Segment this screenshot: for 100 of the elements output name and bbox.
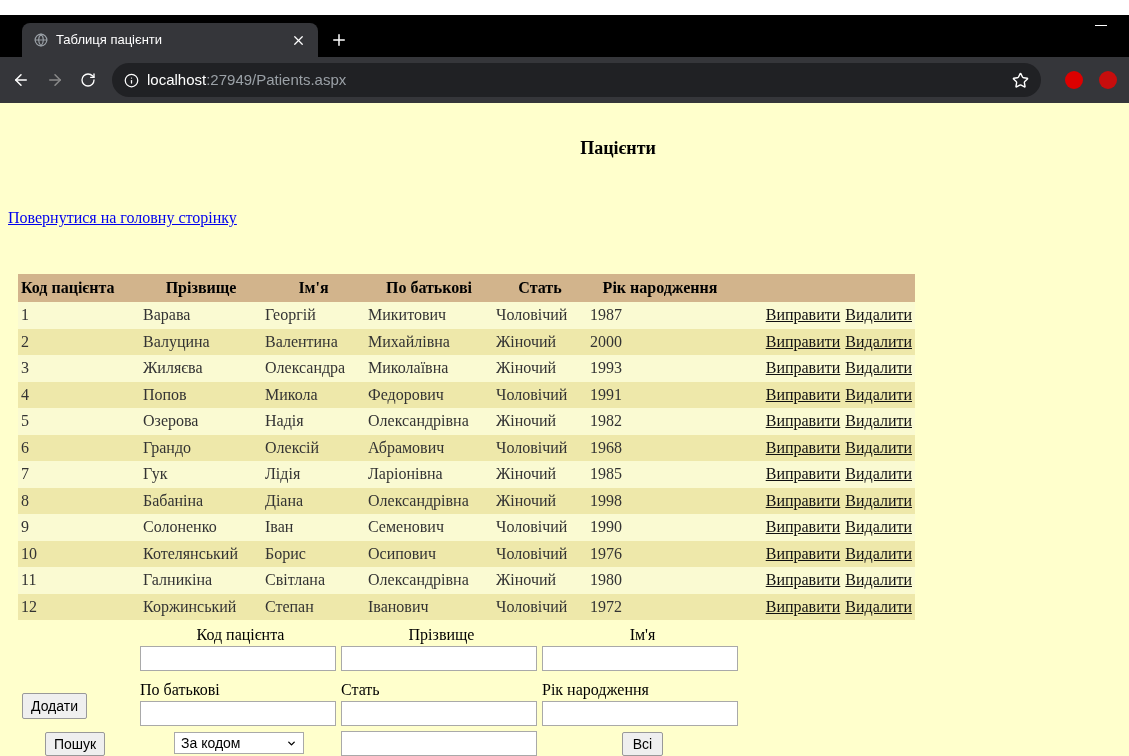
table-cell: 1968 <box>587 434 733 461</box>
table-cell: Галникіна <box>140 567 262 594</box>
delete-link[interactable]: Видалити <box>845 438 912 456</box>
column-header: Стать <box>493 274 587 302</box>
delete-link[interactable]: Видалити <box>845 359 912 377</box>
table-cell: 9 <box>18 514 140 541</box>
delete-link[interactable]: Видалити <box>845 571 912 589</box>
edit-link[interactable]: Виправити <box>765 438 841 456</box>
reload-icon[interactable] <box>80 72 96 88</box>
search-input-field[interactable] <box>341 731 537 756</box>
edit-link[interactable]: Виправити <box>765 332 841 350</box>
delete-link[interactable]: Видалити <box>845 518 912 536</box>
star-icon[interactable] <box>1012 71 1029 89</box>
table-cell: 12 <box>18 593 140 620</box>
text-input-field[interactable] <box>341 646 537 671</box>
info-icon <box>124 72 139 88</box>
table-cell: 1985 <box>587 461 733 488</box>
column-header: Ім'я <box>262 274 365 302</box>
tab-title: Таблиця пацієнти <box>56 31 164 50</box>
table-cell: 1982 <box>587 408 733 435</box>
table-cell: 1991 <box>587 381 733 408</box>
table-cell: Семенович <box>365 514 493 541</box>
delete-link[interactable]: Видалити <box>845 385 912 403</box>
delete-link[interactable]: Видалити <box>845 465 912 483</box>
table-cell: 8 <box>18 487 140 514</box>
text-input-field[interactable] <box>341 701 537 726</box>
column-header: Код пацієнта <box>18 274 140 302</box>
back-icon[interactable] <box>12 71 30 89</box>
table-cell: Ларіонівна <box>365 461 493 488</box>
edit-link[interactable]: Виправити <box>765 412 841 430</box>
table-cell: Жіночий <box>493 408 587 435</box>
table-cell: 6 <box>18 434 140 461</box>
text-input-field[interactable] <box>542 646 738 671</box>
field-label: Код пацієнта <box>196 626 285 643</box>
table-cell: Валентина <box>262 328 365 355</box>
table-cell: Озерова <box>140 408 262 435</box>
delete-link[interactable]: Видалити <box>845 306 912 324</box>
delete-link[interactable]: Видалити <box>845 544 912 562</box>
delete-link[interactable]: Видалити <box>845 412 912 430</box>
text-input-field[interactable] <box>542 701 738 726</box>
table-cell: Жіночий <box>493 355 587 382</box>
edit-link[interactable]: Виправити <box>765 306 841 324</box>
edit-link[interactable]: Виправити <box>765 359 841 377</box>
edit-link[interactable]: Виправити <box>765 385 841 403</box>
table-cell: Діана <box>262 487 365 514</box>
table-cell: Микитович <box>365 302 493 329</box>
text-input-field[interactable] <box>140 701 336 726</box>
table-cell: Олександрівна <box>365 567 493 594</box>
edit-link[interactable]: Виправити <box>765 597 841 615</box>
address-bar[interactable]: localhost:27949/Patients.aspx <box>112 63 1041 97</box>
field-label: Ім'я <box>629 626 656 643</box>
table-cell: Борис <box>262 540 365 567</box>
search-button[interactable]: Пошук <box>45 732 106 756</box>
home-link[interactable]: Повернутися на головну сторінку <box>8 206 237 230</box>
table-cell: Олександрівна <box>365 487 493 514</box>
table-cell: Коржинський <box>140 593 262 620</box>
edit-link[interactable]: Виправити <box>765 518 841 536</box>
delete-link[interactable]: Видалити <box>845 491 912 509</box>
table-cell: Попов <box>140 381 262 408</box>
field-label: Прізвище <box>408 626 475 643</box>
table-cell: 1976 <box>587 540 733 567</box>
table-cell: 1987 <box>587 302 733 329</box>
table-cell: Микола <box>262 381 365 408</box>
field-label: Стать <box>341 681 380 698</box>
table-cell: Гук <box>140 461 262 488</box>
delete-link[interactable]: Видалити <box>845 597 912 615</box>
show-all-button[interactable]: Всі <box>621 732 664 756</box>
table-cell: 4 <box>18 381 140 408</box>
table-cell: 1 <box>18 302 140 329</box>
edit-link[interactable]: Виправити <box>765 465 841 483</box>
table-cell: 5 <box>18 408 140 435</box>
add-button[interactable]: Додати <box>22 692 87 719</box>
table-cell: 1980 <box>587 567 733 594</box>
edit-link[interactable]: Виправити <box>765 571 841 589</box>
table-cell: Лідія <box>262 461 365 488</box>
search-by-select[interactable]: За кодом <box>174 732 304 754</box>
table-cell: 1972 <box>587 593 733 620</box>
table-cell: Чоловічий <box>493 593 587 620</box>
column-header: По батькові <box>365 274 493 302</box>
table-cell: Чоловічий <box>493 514 587 541</box>
edit-link[interactable]: Виправити <box>765 491 841 509</box>
table-cell: 2000 <box>587 328 733 355</box>
table-cell: Жиляєва <box>140 355 262 382</box>
table-cell: Іван <box>262 514 365 541</box>
edit-link[interactable]: Виправити <box>765 544 841 562</box>
table-cell: Жіночий <box>493 328 587 355</box>
browser-tab[interactable]: Таблиця пацієнти <box>22 23 318 57</box>
table-cell: Чоловічий <box>493 302 587 329</box>
globe-icon <box>34 33 48 47</box>
table-cell: 3 <box>18 355 140 382</box>
field-label: Рік народження <box>542 681 649 698</box>
table-cell: 2 <box>18 328 140 355</box>
forward-icon[interactable] <box>46 71 64 89</box>
new-tab-icon[interactable] <box>330 31 348 49</box>
table-cell: 1990 <box>587 514 733 541</box>
text-input-field[interactable] <box>140 646 336 671</box>
delete-link[interactable]: Видалити <box>845 332 912 350</box>
table-cell: 1993 <box>587 355 733 382</box>
table-cell: Грандо <box>140 434 262 461</box>
table-cell: 11 <box>18 567 140 594</box>
